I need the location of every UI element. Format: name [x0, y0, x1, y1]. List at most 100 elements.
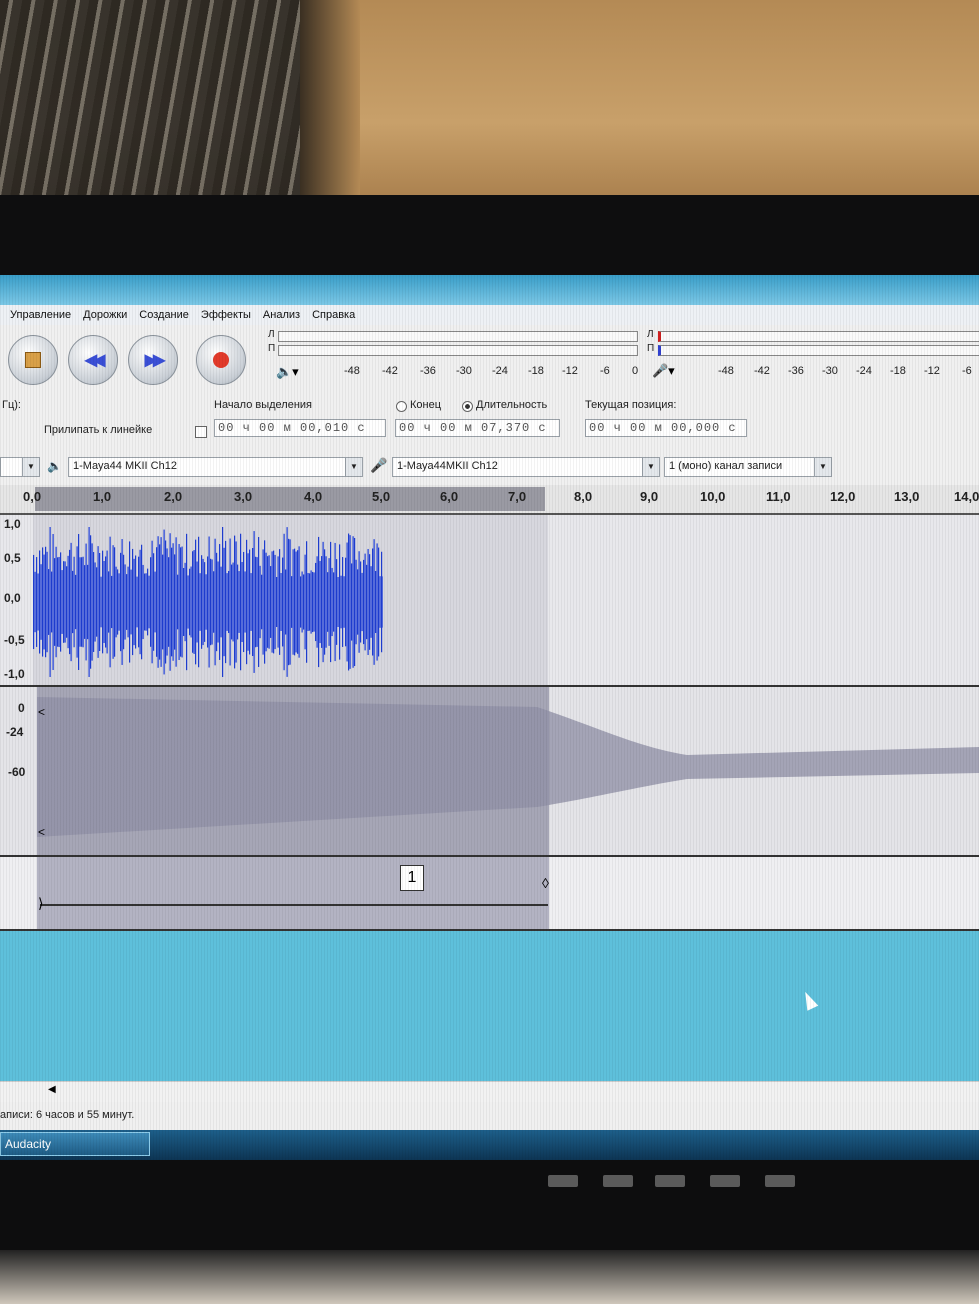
position-label: Текущая позиция:: [585, 399, 677, 411]
waveform-sample: [142, 564, 144, 640]
waveform-sample: [361, 572, 363, 632]
chevron-down-icon: ▼: [642, 458, 659, 476]
waveform-sample: [144, 573, 146, 631]
rec-tick: -36: [788, 365, 804, 377]
skip-to-end-button[interactable]: ▶▶: [128, 335, 178, 385]
waveform-sample: [310, 570, 312, 634]
selection-length-field[interactable]: 00 ч 00 м 07,370 с: [395, 419, 560, 437]
waveform-sample: [192, 551, 194, 653]
waveform-sample: [186, 533, 188, 671]
waveform-sample: [72, 570, 74, 634]
waveform-sample: [162, 554, 164, 650]
waveform-sample: [375, 570, 377, 634]
waveform-sample: [379, 576, 381, 628]
waveform-sample: [241, 561, 243, 643]
menu-item-tracks[interactable]: Дорожки: [83, 309, 127, 321]
snap-to-label: Прилипать к линейке: [44, 424, 153, 436]
output-device-combo[interactable]: 1-Maya44 MKII Ch12 ▼: [68, 457, 363, 477]
waveform-sample: [196, 561, 198, 643]
menu-item-analyze[interactable]: Анализ: [263, 309, 300, 321]
waveform-sample: [295, 551, 297, 653]
project-rate-label: Гц):: [2, 399, 21, 411]
waveform-sample: [81, 557, 83, 647]
waveform-sample: [129, 541, 131, 663]
waveform-sample: [358, 551, 360, 653]
menu-item-control[interactable]: Управление: [10, 309, 71, 321]
waveform-sample: [271, 551, 273, 653]
play-tick: -18: [528, 365, 544, 377]
waveform-sample: [273, 550, 275, 654]
waveform-sample: [88, 527, 90, 677]
selection-start-field[interactable]: 00 ч 00 м 00,010 с: [214, 419, 386, 437]
output-device-value: 1-Maya44 MKII Ch12: [73, 460, 177, 472]
status-bar: аписи: 6 часов и 55 минут.: [0, 1105, 979, 1131]
waveform-sample: [381, 551, 383, 653]
label-start-handle-icon[interactable]: ⟩: [38, 895, 43, 912]
audio-track-waveform[interactable]: 1,0 0,5 0,0 -0,5 -1,0: [0, 515, 979, 687]
menu-item-effects[interactable]: Эффекты: [201, 309, 251, 321]
microphone-icon[interactable]: 🎤▾: [652, 363, 675, 379]
waveform-sample: [165, 540, 167, 664]
waveform-sample: [58, 556, 60, 648]
waveform: [33, 527, 383, 677]
menu-item-help[interactable]: Справка: [312, 309, 355, 321]
menu-item-generate[interactable]: Создание: [139, 309, 189, 321]
waveform-sample: [159, 544, 161, 660]
record-button[interactable]: [196, 335, 246, 385]
length-radio[interactable]: [462, 401, 473, 412]
label-text-box[interactable]: 1: [400, 865, 424, 891]
waveform-sample: [288, 538, 290, 666]
waveform-sample: [85, 543, 87, 661]
rec-tick: -18: [890, 365, 906, 377]
waveform-sample: [346, 542, 348, 662]
speaker-icon[interactable]: 🔈▾: [276, 364, 299, 380]
waveform-sample: [298, 546, 300, 658]
empty-track-area[interactable]: [0, 931, 979, 1081]
position-field[interactable]: 00 ч 00 м 00,000 с: [585, 419, 747, 437]
snap-to-checkbox[interactable]: [195, 426, 207, 438]
play-tick: -6: [600, 365, 610, 377]
waveform-sample: [351, 563, 353, 641]
waveform-sample: [106, 550, 108, 654]
ruler-tick: 7,0: [508, 489, 527, 504]
waveform-sample: [214, 538, 216, 666]
desk: [0, 1250, 979, 1304]
input-device-combo[interactable]: 1-Maya44MKII Ch12 ▼: [392, 457, 660, 477]
record-icon: [213, 352, 229, 368]
waveform-sample: [70, 542, 72, 662]
waveform-sample: [208, 536, 210, 668]
waveform-sample: [363, 559, 365, 645]
stop-button[interactable]: [8, 335, 58, 385]
waveform-sample: [292, 549, 294, 655]
ruler-tick: 8,0: [574, 489, 593, 504]
waveform-sample: [36, 557, 38, 647]
audio-track-spectrum[interactable]: 0 -24 -60 < <: [0, 687, 979, 857]
input-channels-combo[interactable]: 1 (моно) канал записи ▼: [664, 457, 832, 477]
waveform-sample: [333, 572, 335, 632]
waveform-sample: [184, 562, 186, 642]
label-track[interactable]: 1 ⟩ ◊: [0, 857, 979, 931]
end-radio[interactable]: [396, 401, 407, 412]
waveform-sample: [309, 573, 311, 631]
skip-to-start-button[interactable]: ◀◀: [68, 335, 118, 385]
skip-end-icon: ▶▶: [144, 352, 166, 369]
waveform-sample: [229, 538, 231, 666]
waveform-sample: [49, 527, 51, 677]
play-tick: -36: [420, 365, 436, 377]
waveform-sample: [321, 556, 323, 648]
waveform-sample: [183, 567, 185, 637]
waveform-sample: [150, 557, 152, 647]
timeline-ruler[interactable]: 0,0 1,0 2,0 3,0 4,0 5,0 6,0 7,0 8,0 9,0 …: [0, 485, 979, 515]
host-combo[interactable]: ▼: [0, 457, 40, 477]
waveform-sample: [307, 572, 309, 632]
taskbar-app-button[interactable]: Audacity: [0, 1132, 150, 1156]
horizontal-scrollbar[interactable]: ◀: [0, 1081, 979, 1102]
left-arrow-icon: <: [38, 825, 46, 839]
label-end-handle-icon[interactable]: ◊: [542, 875, 549, 891]
monitor-button: [655, 1175, 685, 1187]
stop-icon: [25, 352, 41, 368]
scroll-left-icon[interactable]: ◀: [48, 1084, 56, 1095]
waveform-sample: [39, 550, 41, 654]
radiator: [0, 0, 300, 195]
waveform-sample: [301, 571, 303, 633]
